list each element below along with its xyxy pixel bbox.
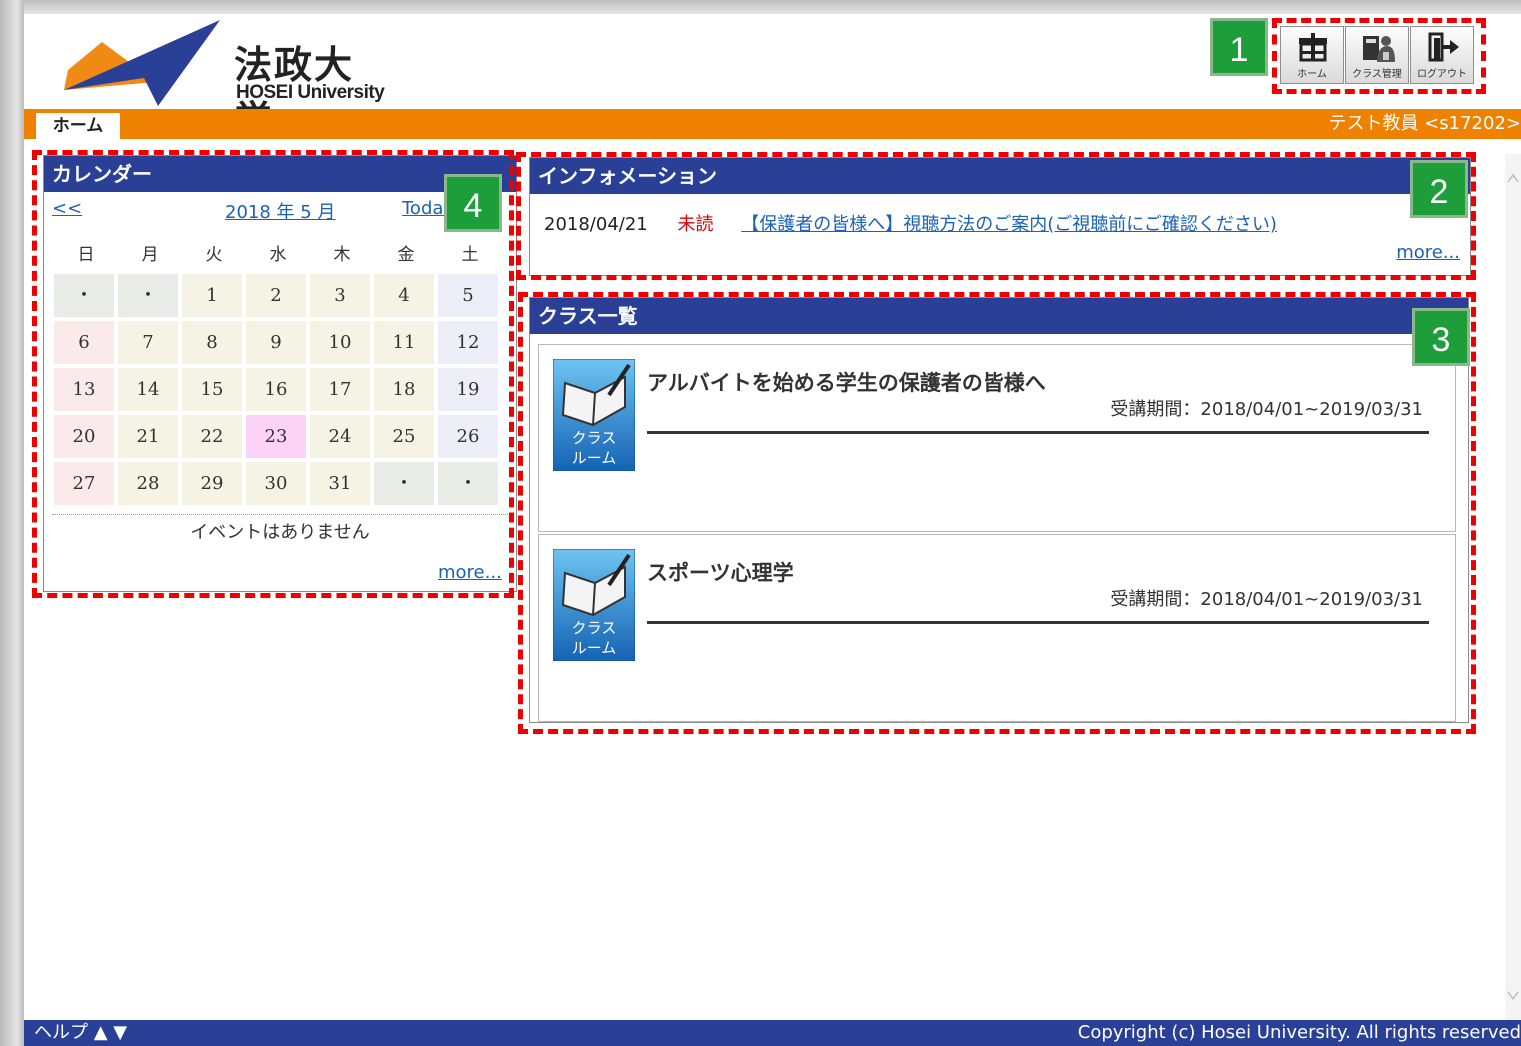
building-icon [1299, 33, 1327, 62]
top-nav-bar [24, 109, 1521, 139]
scrollbar-arrows-icon [1507, 173, 1519, 1001]
logout-nav-label: ログアウト [1417, 69, 1467, 80]
annotation-box-2 [516, 152, 1476, 280]
page-scrollbar[interactable] [1505, 154, 1521, 1020]
annotation-badge-3: 3 [1412, 308, 1470, 366]
hosei-logo-mark-icon [64, 20, 220, 106]
annotation-box-4 [32, 150, 514, 598]
footer-help-link[interactable]: ヘルプ ▲ ▼ [34, 1020, 127, 1046]
annotation-badge-1: 1 [1210, 18, 1268, 76]
annotation-box-3 [518, 292, 1476, 734]
logo-english: HOSEI University [236, 82, 385, 103]
tab-home[interactable]: ホーム [36, 113, 120, 139]
class-management-nav-label: クラス管理 [1352, 69, 1402, 80]
browser-page: 法政大学 HOSEI University 1 ホーム [0, 0, 1521, 1046]
main-content: 法政大学 HOSEI University 1 ホーム [24, 14, 1521, 1046]
home-nav-label: ホーム [1297, 69, 1327, 80]
logout-nav-button[interactable]: ログアウト [1410, 26, 1474, 84]
footer-copyright: Copyright (c) Hosei University. All righ… [1077, 1022, 1521, 1043]
header-nav-icons: ホーム クラス管理 ログアウト [1280, 26, 1479, 86]
annotation-badge-4: 4 [444, 174, 502, 232]
annotation-badge-2: 2 [1410, 160, 1468, 218]
window-frame-left [0, 0, 24, 1046]
class-management-nav-button[interactable]: クラス管理 [1345, 26, 1409, 84]
hosei-logo: 法政大学 HOSEI University [62, 20, 392, 142]
class-management-icon [1363, 36, 1395, 62]
current-user-label: テスト教員 <s17202> [1328, 113, 1521, 134]
home-nav-button[interactable]: ホーム [1280, 26, 1344, 84]
footer-bar: ヘルプ ▲ ▼ Copyright (c) Hosei University. … [24, 1020, 1521, 1046]
window-frame-top [0, 0, 1521, 14]
logout-door-icon [1428, 32, 1459, 62]
